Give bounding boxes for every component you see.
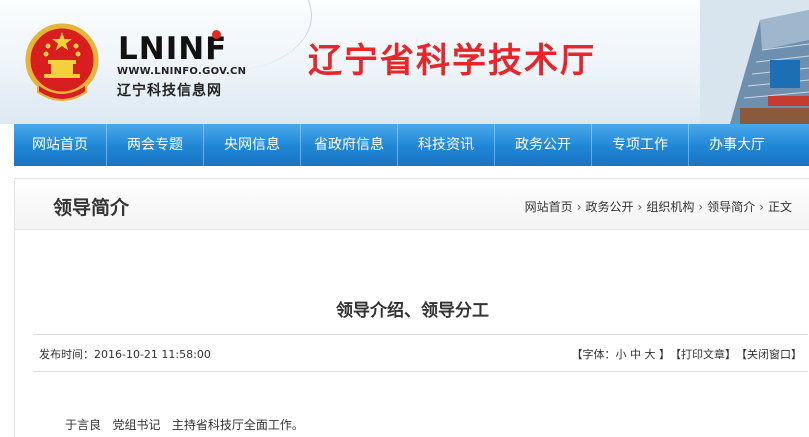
font-medium-button[interactable]: 中: [630, 346, 641, 362]
breadcrumb-leaders[interactable]: 领导简介: [707, 198, 755, 215]
font-large-button[interactable]: 大: [645, 346, 656, 362]
article-title: 领导介绍、领导分工: [336, 301, 489, 321]
nav-item-service-hall[interactable]: 办事大厅: [689, 124, 785, 166]
nav-item-special-work[interactable]: 专项工作: [592, 124, 688, 166]
breadcrumb-current: 正文: [767, 200, 792, 214]
nav-item-central-info[interactable]: 央网信息: [204, 124, 300, 166]
nav-item-home[interactable]: 网站首页: [14, 124, 106, 166]
publish-label: 发布时间：: [39, 348, 94, 361]
print-article-button[interactable]: 【打印文章】: [670, 346, 736, 362]
logo-name: 辽宁科技信息网: [117, 83, 222, 99]
breadcrumb-home[interactable]: 网站首页: [525, 198, 573, 215]
main-nav: 网站首页 两会专题 央网信息 省政府信息 科技资讯 政务公开 专项工作 办事大厅: [14, 124, 809, 166]
logo-wordmark: LNINF: [118, 31, 228, 67]
nav-item-two-sessions[interactable]: 两会专题: [107, 124, 203, 166]
article-tools: 【字体： 小 中 大 】 【打印文章】 【关闭窗口】: [572, 346, 803, 362]
breadcrumb-organization[interactable]: 组织机构: [646, 198, 694, 215]
close-window-button[interactable]: 【关闭窗口】: [736, 346, 802, 362]
header-banner: LNINF WWW.LNINFO.GOV.CN 辽宁科技信息网 辽宁省科学技术厅: [0, 0, 809, 124]
font-size-close: 】: [655, 348, 670, 361]
logo-url: WWW.LNINFO.GOV.CN: [117, 66, 247, 77]
logo-dot-icon: [212, 30, 221, 39]
chevron-right-icon: ›: [759, 199, 764, 214]
font-small-button[interactable]: 小: [616, 346, 627, 362]
breadcrumb: 网站首页 › 政务公开 › 组织机构 › 领导简介 › 正文: [525, 198, 792, 215]
font-size-label: 【字体：: [571, 348, 616, 361]
chevron-right-icon: ›: [576, 199, 582, 214]
article-meta-bar: 发布时间：2016-10-21 11:58:00 【字体： 小 中 大 】 【打…: [33, 334, 808, 372]
publish-time: 2016-10-21 11:58:00: [94, 348, 211, 361]
national-emblem-icon: [25, 23, 99, 101]
content-panel: 领导简介 网站首页 › 政务公开 › 组织机构 › 领导简介 › 正文 领导介绍…: [14, 178, 809, 437]
site-title: 辽宁省科学技术厅: [308, 41, 596, 81]
nav-item-gov-affairs[interactable]: 政务公开: [495, 124, 591, 166]
breadcrumb-gov-affairs[interactable]: 政务公开: [586, 198, 634, 215]
nav-item-provincial-info[interactable]: 省政府信息: [301, 124, 397, 166]
publish-info: 发布时间：2016-10-21 11:58:00: [39, 346, 211, 362]
building-image: [700, 0, 809, 124]
article-body-line: 于言良 党组书记 主持省科技厅全面工作。: [65, 418, 304, 432]
chevron-right-icon: ›: [637, 199, 643, 214]
nav-item-tech-news[interactable]: 科技资讯: [398, 124, 494, 166]
panel-title: 领导简介: [53, 197, 130, 219]
chevron-right-icon: ›: [698, 199, 704, 214]
panel-header: 领导简介 网站首页 › 政务公开 › 组织机构 › 领导简介 › 正文: [15, 179, 809, 230]
